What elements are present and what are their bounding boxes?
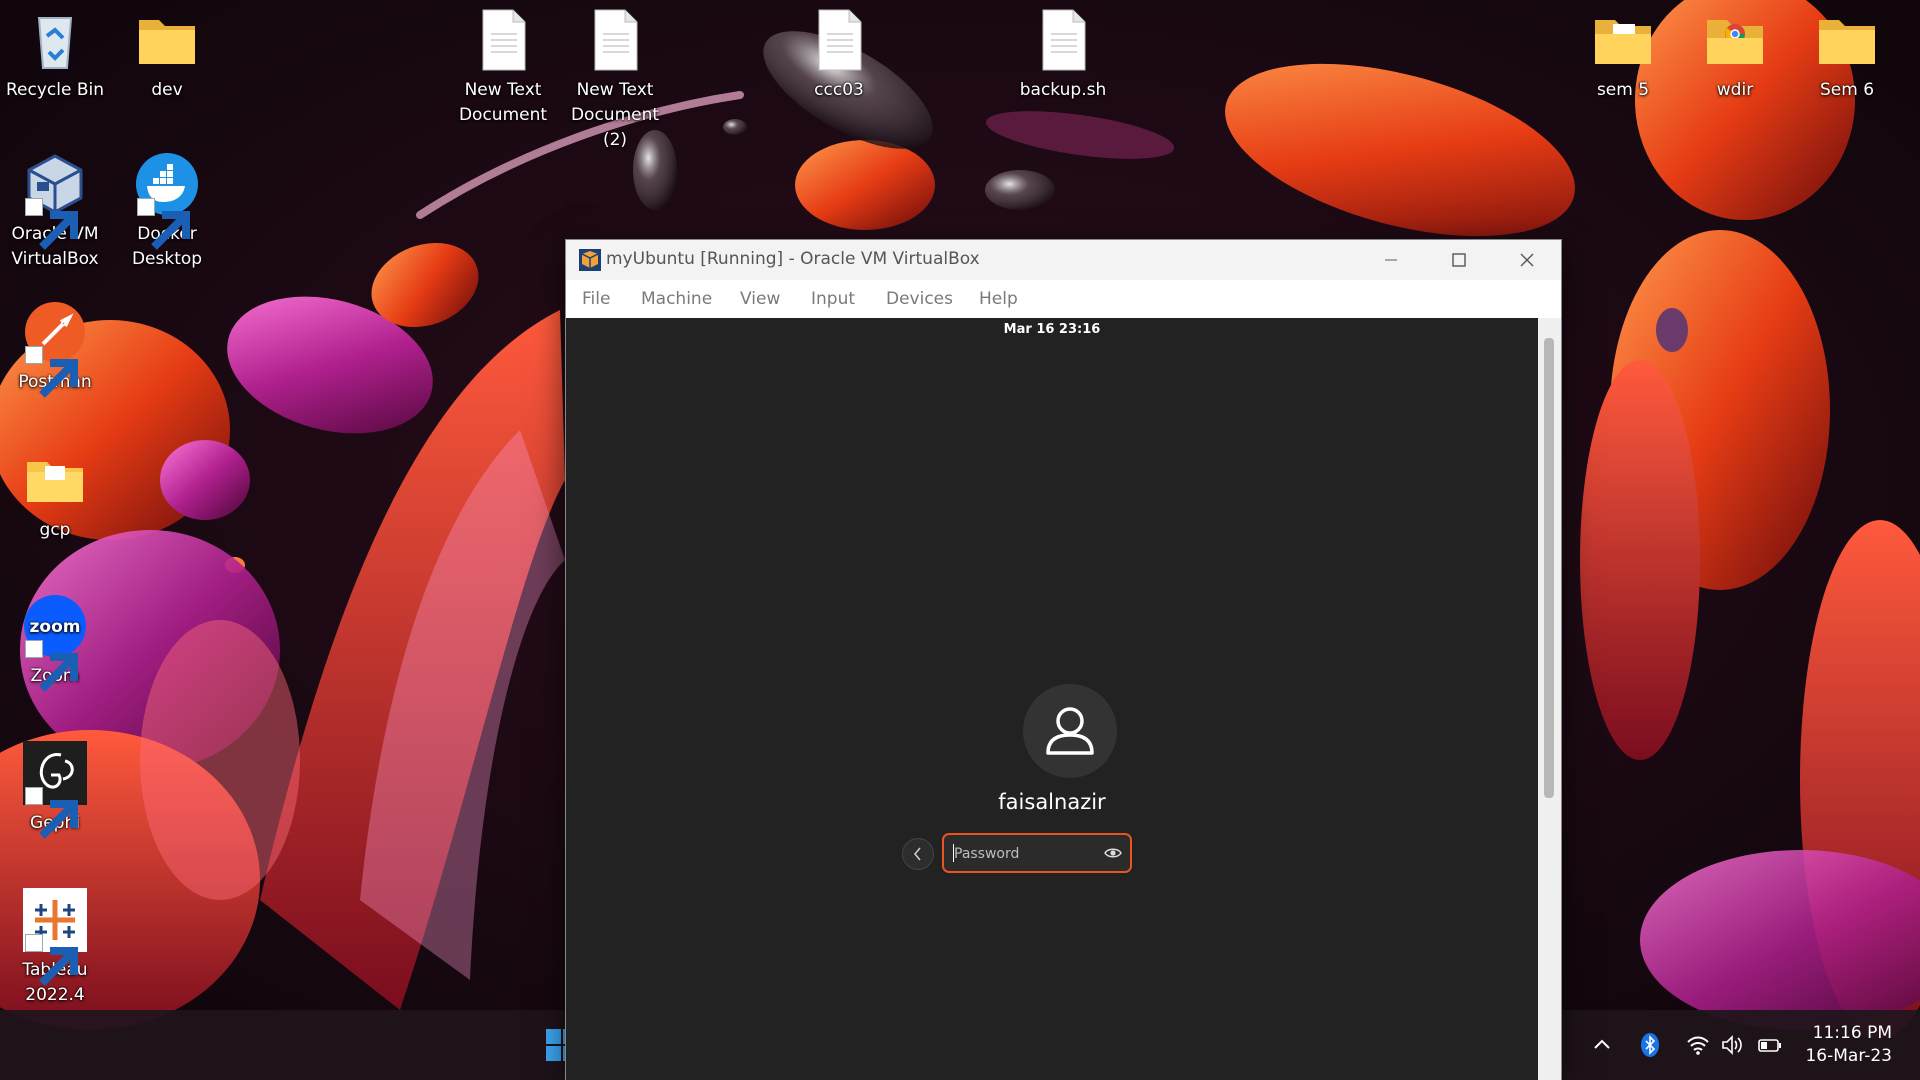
taskbar-time: 11:16 PM bbox=[1812, 1023, 1892, 1043]
shortcut-arrow-icon bbox=[137, 198, 190, 250]
shortcut-arrow-icon bbox=[25, 198, 78, 250]
desktop-icon-sem-6[interactable]: Sem 6 bbox=[1792, 8, 1902, 103]
volume-icon[interactable] bbox=[1719, 1032, 1745, 1058]
desktop-icon-sem-5[interactable]: sem 5 bbox=[1568, 8, 1678, 103]
close-button[interactable] bbox=[1493, 240, 1561, 280]
folder-icon bbox=[1591, 8, 1655, 72]
chevron-left-icon bbox=[913, 847, 921, 861]
minimize-icon bbox=[1385, 259, 1397, 261]
desktop-icon-postman[interactable]: Postman bbox=[0, 300, 110, 398]
folder-icon bbox=[1815, 8, 1879, 72]
taskbar-date: 16-Mar-23 bbox=[1805, 1046, 1892, 1066]
desktop-icon-ccc03[interactable]: ccc03 bbox=[784, 8, 894, 103]
minimize-button[interactable] bbox=[1357, 240, 1425, 280]
login-username: faisalnazir bbox=[998, 790, 1106, 814]
maximize-button[interactable] bbox=[1425, 240, 1493, 280]
text-file-icon bbox=[807, 8, 871, 72]
user-avatar-icon bbox=[1023, 684, 1117, 778]
folder-icon bbox=[23, 448, 87, 512]
desktop-icon-backup-sh[interactable]: backup.sh bbox=[1008, 8, 1118, 103]
desktop-icon-new-text-document[interactable]: New Text Document bbox=[448, 8, 558, 128]
menu-file[interactable]: File bbox=[582, 289, 610, 309]
virtualbox-icon bbox=[23, 152, 87, 250]
desktop-icon-docker[interactable]: Docker Desktop bbox=[112, 152, 222, 272]
text-file-icon bbox=[471, 8, 535, 72]
desktop-icon-virtualbox[interactable]: Oracle VM VirtualBox bbox=[0, 152, 110, 272]
desktop-icon-gephi[interactable]: Gephi bbox=[0, 741, 110, 839]
show-password-icon[interactable] bbox=[1104, 844, 1122, 862]
virtualbox-app-icon bbox=[578, 248, 602, 272]
guest-clock[interactable]: Mar 16 23:16 bbox=[566, 322, 1538, 337]
menu-devices[interactable]: Devices bbox=[886, 289, 953, 309]
menu-machine[interactable]: Machine bbox=[641, 289, 712, 309]
docker-icon bbox=[135, 152, 199, 250]
guest-screen[interactable]: Mar 16 23:16 faisalnazir bbox=[566, 318, 1538, 1080]
close-icon bbox=[1520, 253, 1534, 267]
desktop-icon-wdir[interactable]: wdir bbox=[1680, 8, 1790, 103]
shortcut-arrow-icon bbox=[25, 787, 78, 839]
desktop-icon-recycle-bin[interactable]: Recycle Bin bbox=[0, 8, 110, 103]
password-field[interactable] bbox=[942, 833, 1132, 873]
shortcut-arrow-icon bbox=[25, 934, 78, 986]
postman-icon bbox=[23, 300, 87, 398]
battery-icon[interactable] bbox=[1757, 1032, 1783, 1058]
window-title: myUbuntu [Running] - Oracle VM VirtualBo… bbox=[606, 249, 980, 269]
shortcut-arrow-icon bbox=[25, 346, 78, 398]
text-file-icon bbox=[583, 8, 647, 72]
desktop-icon-zoom[interactable]: zoom Zoom bbox=[0, 594, 110, 692]
desktop-icon-dev[interactable]: dev bbox=[112, 8, 222, 103]
back-button[interactable] bbox=[902, 838, 934, 870]
zoom-icon: zoom bbox=[23, 594, 87, 692]
desktop-icon-new-text-document-2[interactable]: New Text Document (2) bbox=[560, 8, 670, 153]
text-caret bbox=[953, 844, 954, 862]
menu-input[interactable]: Input bbox=[811, 289, 855, 309]
folder-chrome-icon bbox=[1703, 8, 1767, 72]
recycle-bin-icon bbox=[23, 8, 87, 72]
text-file-icon bbox=[1031, 8, 1095, 72]
zoom-logo-text: zoom bbox=[30, 617, 81, 637]
tableau-icon bbox=[23, 888, 87, 986]
chevron-up-icon[interactable] bbox=[1589, 1032, 1615, 1058]
wifi-icon[interactable] bbox=[1685, 1032, 1711, 1058]
scrollbar-thumb[interactable] bbox=[1544, 338, 1554, 798]
gephi-icon bbox=[23, 741, 87, 839]
window-menubar: File Machine View Input Devices Help bbox=[566, 280, 1561, 318]
shortcut-arrow-icon bbox=[25, 640, 78, 692]
virtualbox-window: myUbuntu [Running] - Oracle VM VirtualBo… bbox=[565, 239, 1562, 1080]
vertical-scrollbar[interactable] bbox=[1538, 318, 1561, 1080]
password-input[interactable] bbox=[952, 841, 1106, 867]
menu-help[interactable]: Help bbox=[979, 289, 1018, 309]
folder-icon bbox=[135, 8, 199, 72]
desktop-icon-gcp[interactable]: gcp bbox=[0, 448, 110, 543]
menu-view[interactable]: View bbox=[740, 289, 780, 309]
taskbar-clock[interactable]: 11:16 PM 16-Mar-23 bbox=[1805, 1022, 1892, 1068]
window-titlebar[interactable]: myUbuntu [Running] - Oracle VM VirtualBo… bbox=[566, 240, 1561, 280]
maximize-icon bbox=[1452, 253, 1466, 267]
desktop-icon-tableau[interactable]: Tableau 2022.4 bbox=[0, 888, 110, 1008]
bluetooth-icon[interactable] bbox=[1637, 1032, 1663, 1058]
